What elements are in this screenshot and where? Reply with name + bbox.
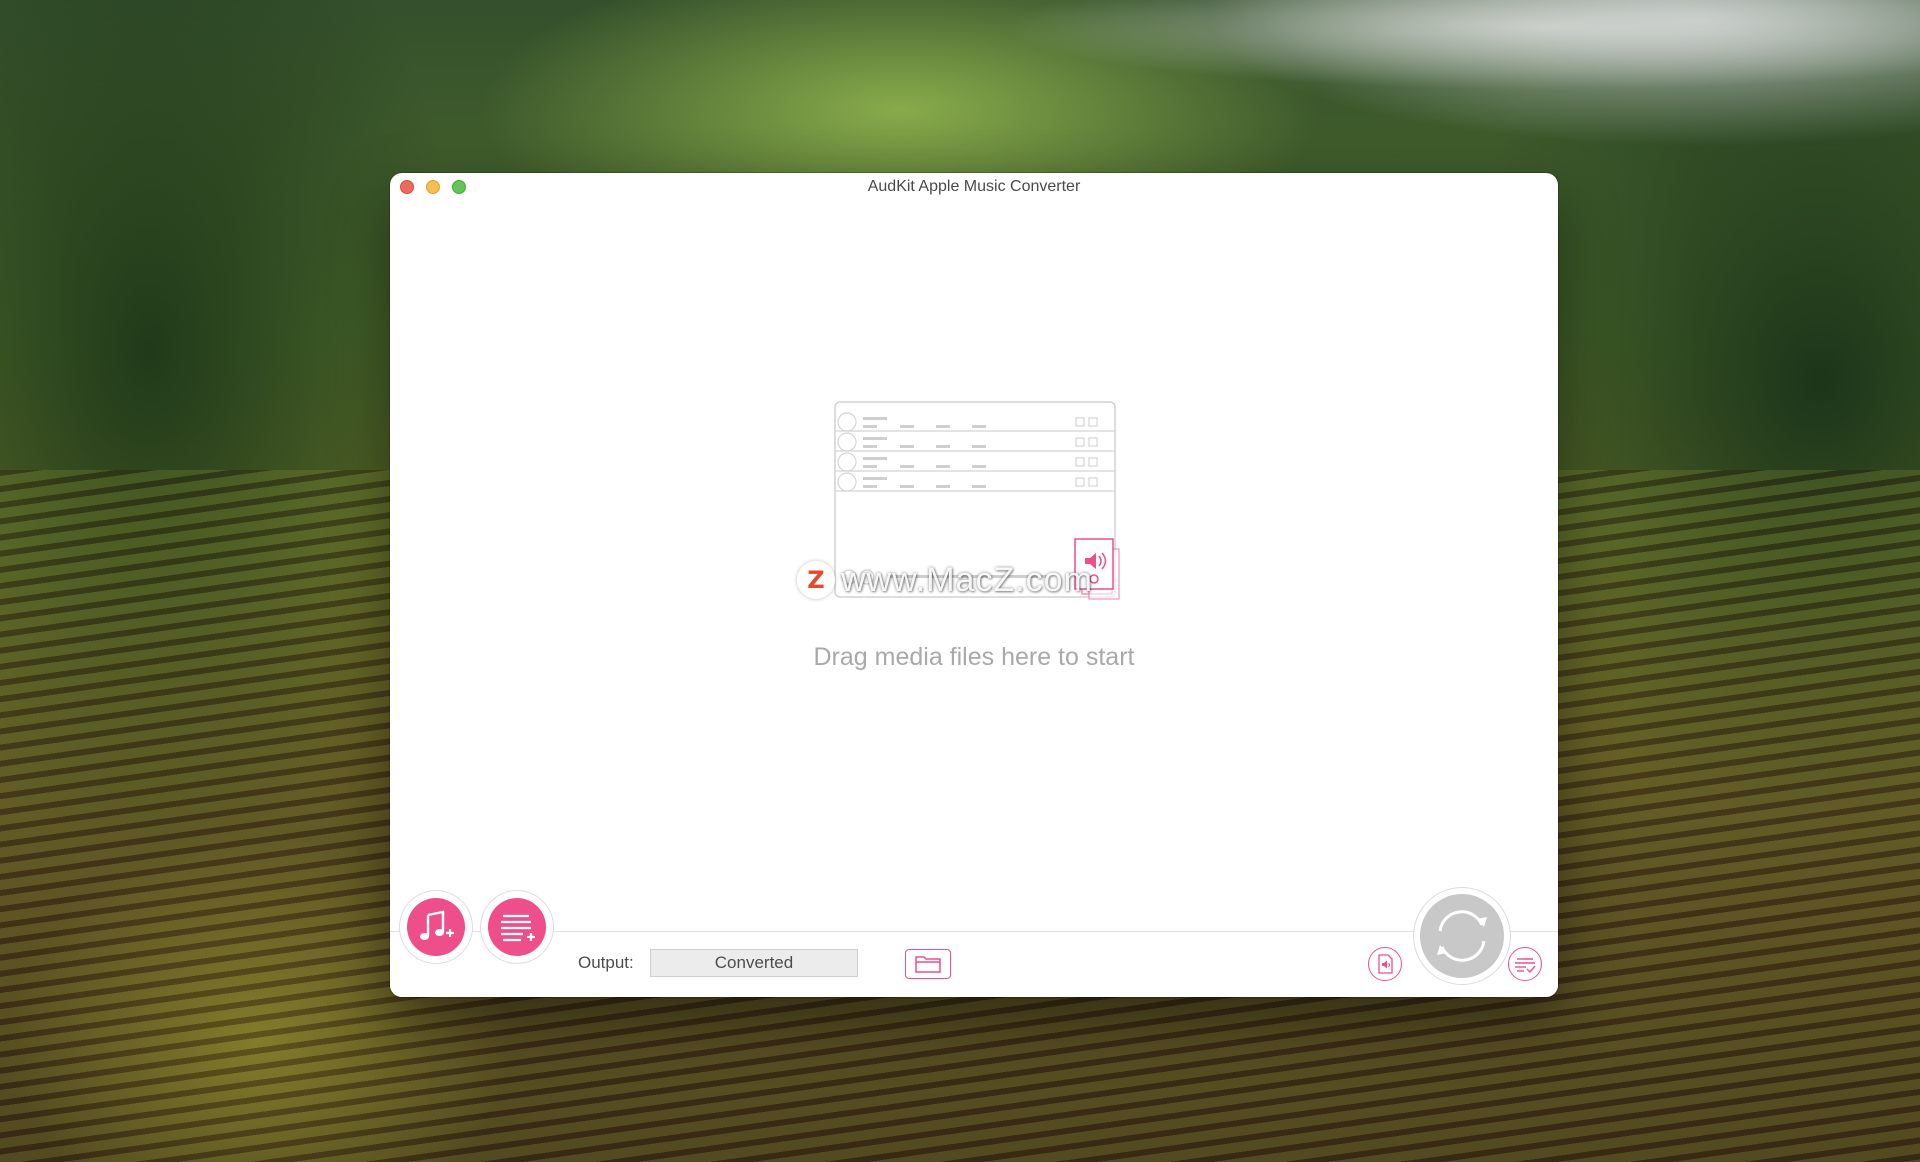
dragged-audio-file-icon	[1074, 538, 1120, 600]
drop-zone-illustration	[834, 401, 1120, 600]
output-path-field[interactable]: Converted	[650, 949, 858, 977]
fog-layer	[1000, 0, 1920, 90]
browse-output-folder-button[interactable]	[905, 949, 951, 979]
add-playlist-button[interactable]	[488, 898, 546, 956]
list-plus-icon	[501, 914, 535, 942]
audio-effect-button[interactable]	[1368, 947, 1402, 981]
window-title: AudKit Apple Music Converter	[867, 178, 1081, 195]
output-label: Output:	[578, 953, 634, 972]
add-music-button[interactable]	[407, 898, 465, 956]
title-bar[interactable]: AudKit Apple Music Converter	[390, 173, 1558, 201]
music-note-plus-icon	[420, 910, 454, 940]
drop-hint-text: Drag media files here to start	[813, 643, 1135, 671]
audio-file-icon	[1378, 954, 1393, 974]
refresh-arrows-icon	[1437, 910, 1487, 962]
folder-icon	[915, 956, 941, 973]
app-window: AudKit Apple Music Converter Drag media …	[390, 173, 1558, 997]
converted-history-button[interactable]	[1508, 947, 1542, 981]
convert-button[interactable]	[1420, 894, 1504, 978]
desktop-background: AudKit Apple Music Converter Drag media …	[0, 0, 1920, 1162]
converted-list-icon	[1515, 958, 1536, 974]
